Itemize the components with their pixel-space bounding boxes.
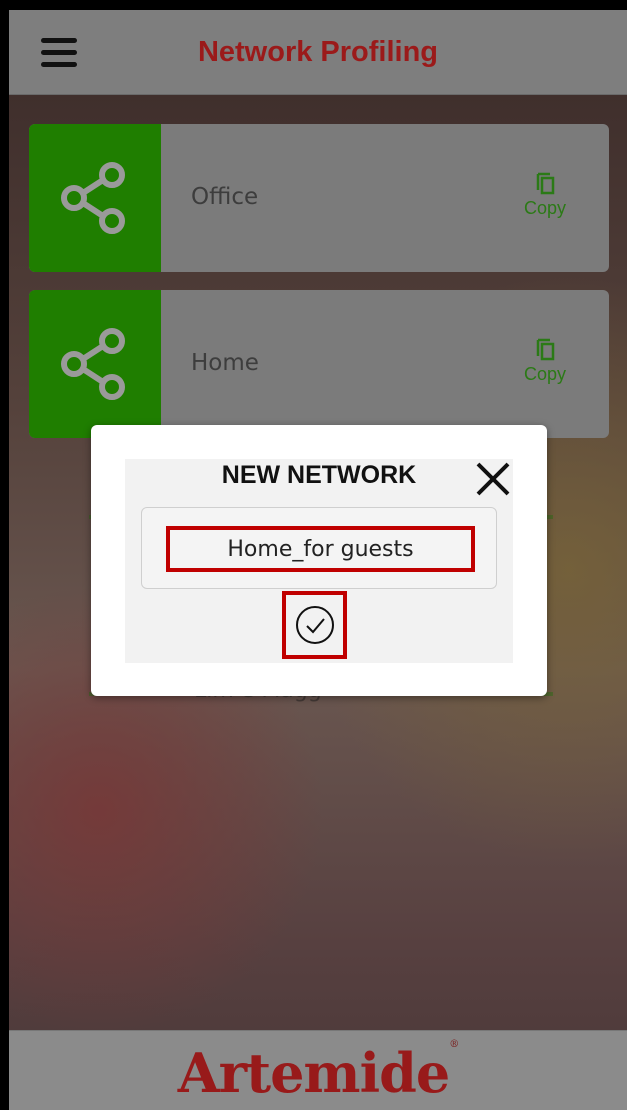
input-highlight — [166, 526, 475, 572]
new-network-dialog: NEW NETWORK — [91, 425, 547, 696]
top-bar: Network Profiling — [9, 10, 627, 95]
copy-button[interactable]: Copy — [515, 172, 575, 224]
brand-logo: Artemide® — [9, 1031, 627, 1110]
copy-label: Copy — [523, 198, 567, 218]
close-icon[interactable] — [475, 461, 511, 497]
copy-icon — [536, 172, 555, 195]
network-card-office[interactable]: Office Copy — [29, 124, 609, 272]
brand-name: Artemide — [177, 1041, 450, 1105]
copy-icon — [536, 338, 555, 361]
share-icon — [29, 124, 161, 272]
network-name-field-container — [141, 507, 497, 589]
copy-button[interactable]: Copy — [515, 338, 575, 390]
network-card-home[interactable]: Home Copy — [29, 290, 609, 438]
check-circle-icon — [295, 606, 334, 644]
copy-label: Copy — [523, 364, 567, 384]
confirm-button[interactable] — [282, 591, 347, 659]
page-title: Network Profiling — [197, 36, 439, 68]
network-name: Office — [191, 184, 259, 210]
share-icon — [29, 290, 161, 438]
registered-mark: ® — [449, 1039, 459, 1050]
network-name-input[interactable] — [170, 530, 471, 568]
network-name: Home — [191, 350, 259, 376]
footer-bar: Artemide® — [9, 1030, 627, 1110]
hamburger-menu-icon[interactable] — [41, 38, 77, 68]
app-screen: Network Profiling Office Copy Home Copy … — [9, 10, 627, 1110]
